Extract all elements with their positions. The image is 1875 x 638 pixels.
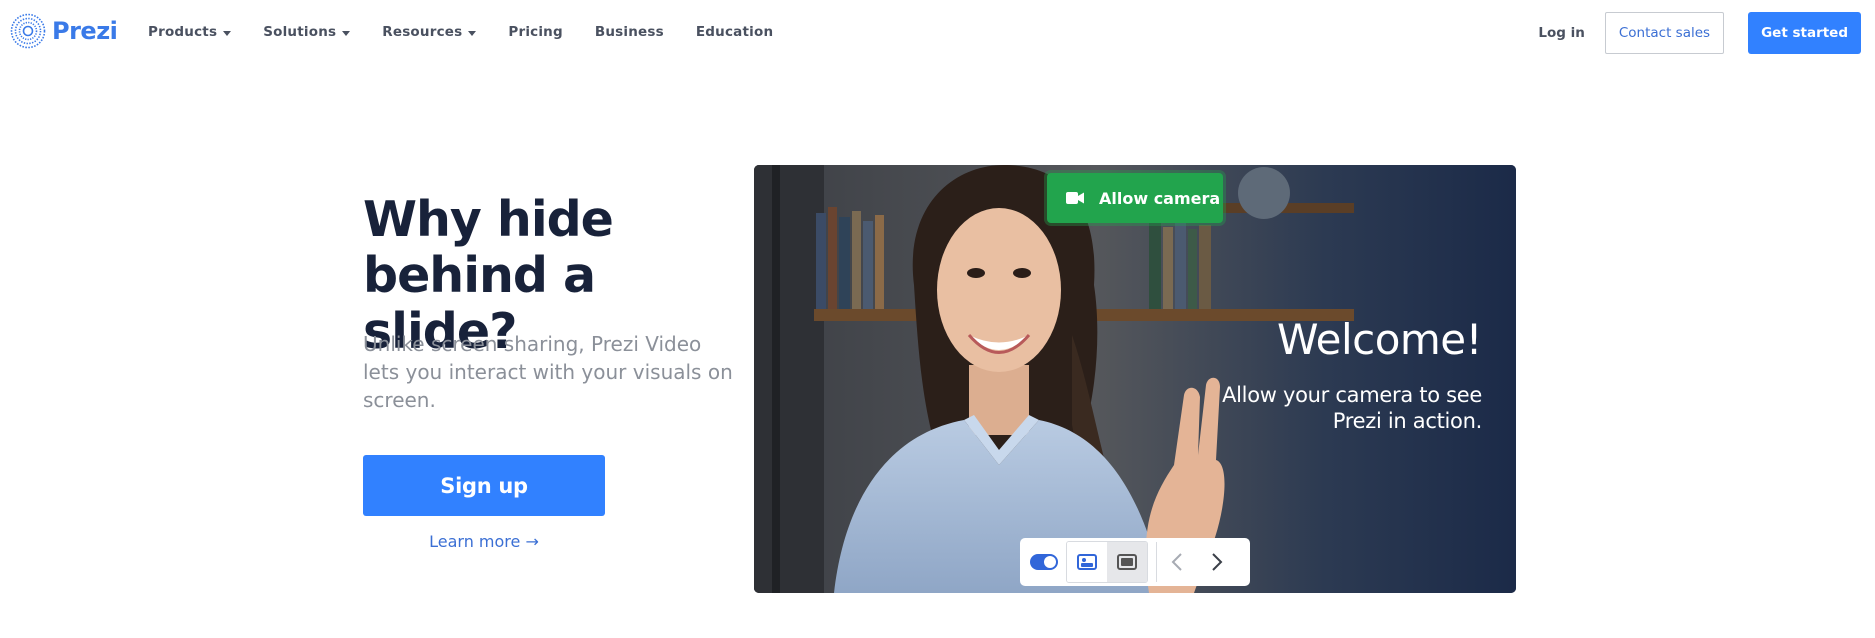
logo-text: Prezi — [52, 17, 118, 45]
allow-camera-message: Allow your camera to see Prezi in action… — [1222, 383, 1482, 433]
nav-item-label: Solutions — [263, 24, 337, 40]
picture-in-picture-button[interactable] — [1067, 542, 1107, 582]
video-toolbar — [1020, 538, 1250, 586]
nav-item-label: Business — [594, 24, 664, 40]
nav-item-pricing[interactable]: Pricing — [508, 24, 562, 40]
caret-down-icon — [468, 30, 477, 36]
picture-in-picture-icon — [1077, 554, 1097, 570]
top-navigation: Prezi Products Solutions Resources Prici… — [0, 0, 1875, 64]
get-started-button[interactable]: Get started — [1748, 12, 1861, 54]
contact-sales-button[interactable]: Contact sales — [1604, 12, 1725, 54]
previous-button[interactable] — [1157, 542, 1197, 582]
caret-down-icon — [342, 30, 351, 36]
toggle-icon[interactable] — [1030, 554, 1058, 570]
hero-subtitle: Unlike screen sharing, Prezi Video lets … — [363, 332, 733, 412]
allow-camera-button[interactable]: Allow camera — [1047, 173, 1223, 223]
sign-up-button[interactable]: Sign up — [363, 455, 605, 516]
nav-item-label: Pricing — [508, 24, 563, 40]
nav-item-label: Education — [695, 24, 774, 40]
welcome-heading: Welcome! — [1277, 315, 1482, 364]
next-button[interactable] — [1197, 542, 1237, 582]
presenter-background-image — [754, 165, 1516, 593]
nav-item-label: Resources — [382, 24, 463, 40]
fullscreen-layout-icon — [1117, 554, 1137, 570]
fullscreen-layout-button[interactable] — [1107, 542, 1147, 582]
learn-more-link[interactable]: Learn more → — [363, 532, 605, 551]
layout-button-group — [1066, 541, 1148, 583]
prezi-logo-icon — [10, 13, 46, 49]
nav-item-label: Products — [148, 24, 218, 40]
login-link[interactable]: Log in — [1538, 25, 1584, 41]
nav-item-business[interactable]: Business — [595, 24, 664, 40]
prezi-logo[interactable]: Prezi — [10, 13, 118, 49]
video-camera-icon — [1066, 192, 1084, 204]
chevron-left-icon — [1171, 553, 1182, 571]
video-demo-panel: Allow camera Welcome! Allow your camera … — [754, 165, 1516, 593]
nav-item-products[interactable]: Products — [148, 24, 232, 40]
caret-down-icon — [223, 30, 232, 36]
allow-camera-label: Allow camera — [1099, 188, 1221, 208]
nav-actions: Log in Contact sales Get started — [1538, 12, 1861, 54]
nav-item-education[interactable]: Education — [696, 24, 773, 40]
chevron-right-icon — [1212, 553, 1223, 571]
nav-links: Products Solutions Resources Pricing Bus… — [148, 0, 805, 64]
nav-item-resources[interactable]: Resources — [382, 24, 477, 40]
nav-item-solutions[interactable]: Solutions — [263, 24, 351, 40]
